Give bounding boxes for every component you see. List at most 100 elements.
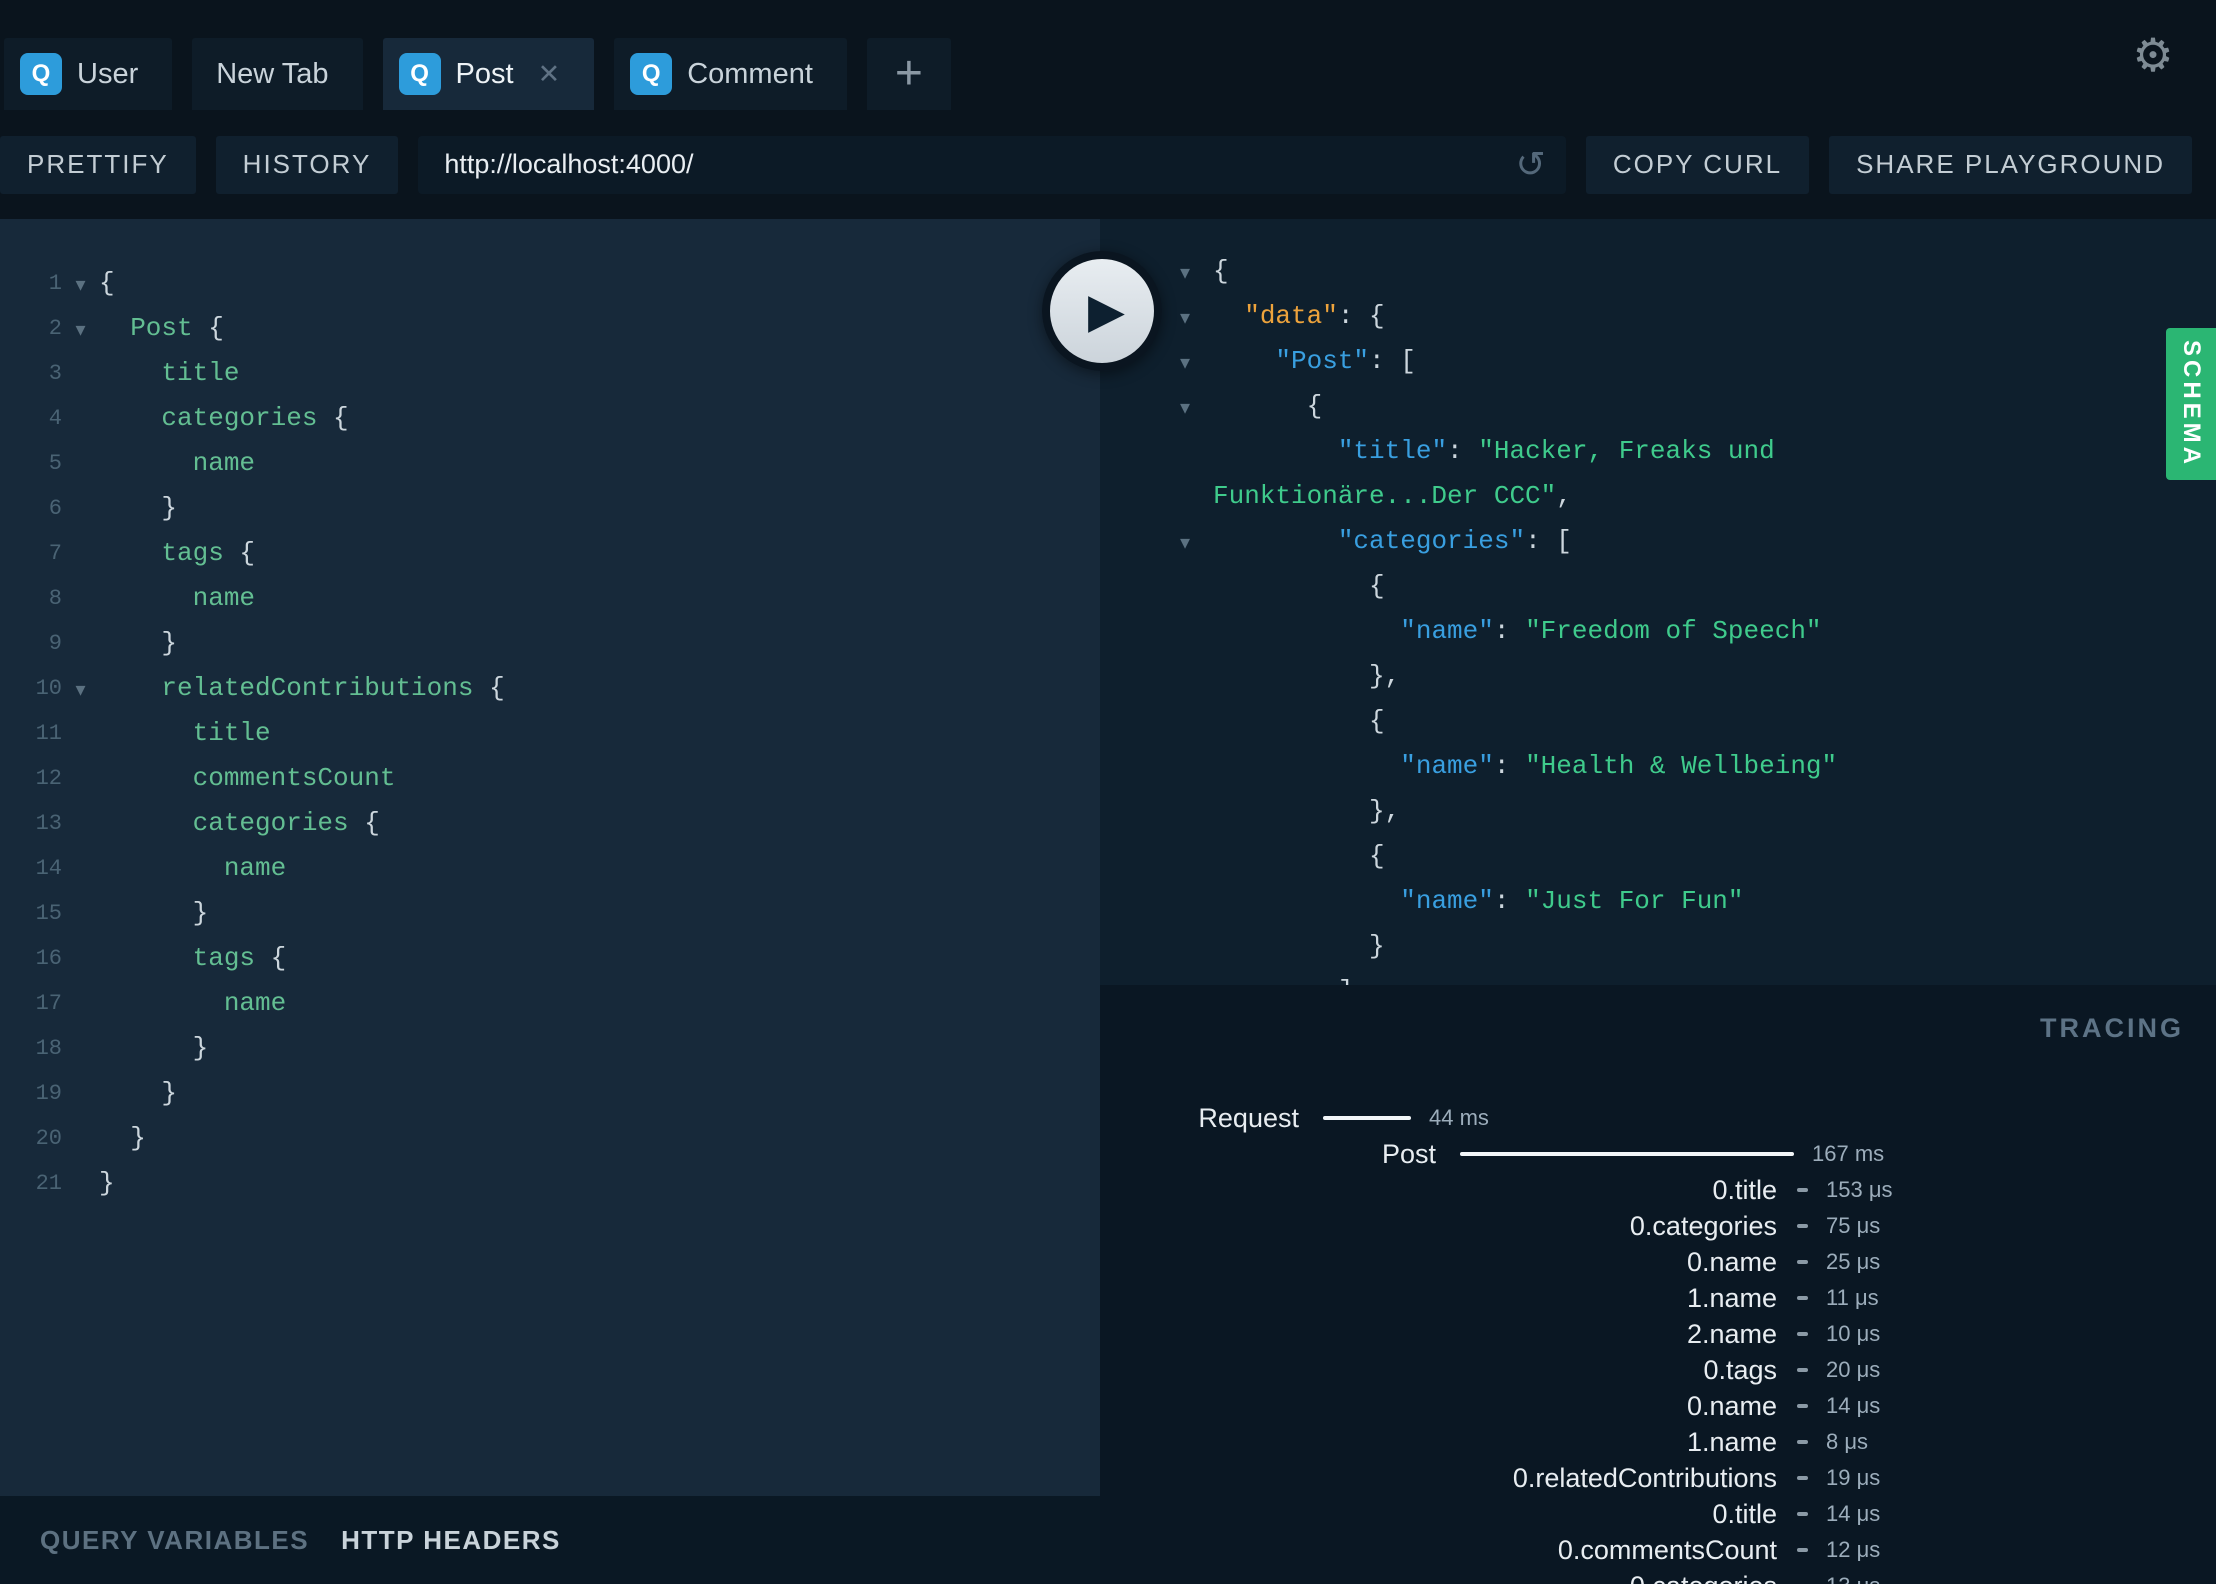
line-number: 7 (48, 541, 62, 566)
query-badge-icon: Q (20, 53, 62, 95)
response-line: ▾ "categories": [ (1180, 519, 2216, 564)
query-line: 7 tags { (0, 531, 1100, 576)
tab-bar: Q User New Tab Q Post ✕ Q Comment + (0, 0, 2216, 110)
fold-arrow-icon[interactable]: ▾ (1180, 260, 1213, 284)
fold-arrow-icon[interactable]: ▾ (1180, 350, 1213, 374)
trace-label: Request (1198, 1102, 1299, 1133)
settings-gear-icon[interactable]: ⚙ (2124, 26, 2182, 84)
code-text: tags { (99, 538, 256, 568)
schema-label: SCHEMA (2178, 339, 2205, 468)
trace-label: 0.title (1712, 1174, 1777, 1205)
trace-bar (1323, 1116, 1411, 1120)
code-text: "Post": [ (1275, 346, 1416, 376)
code-text: name (99, 853, 287, 883)
trace-duration: 8 μs (1826, 1429, 1869, 1454)
code-text: { (1213, 256, 1229, 286)
tab-label: Post (455, 57, 514, 90)
response-line: ], (1180, 969, 2216, 985)
trace-row: 2.name 10 μs (1100, 1316, 2216, 1352)
line-number: 12 (35, 766, 62, 791)
trace-duration: 13 μs (1826, 1573, 1880, 1584)
response-line: ▾ { (1180, 384, 2216, 429)
line-number: 14 (35, 856, 62, 881)
trace-label: 0.commentsCount (1557, 1534, 1777, 1565)
code-text: }, (1213, 796, 1401, 826)
fold-arrow-icon[interactable]: ▾ (62, 317, 99, 341)
query-line: 8 name (0, 576, 1100, 621)
share-playground-button[interactable]: SHARE PLAYGROUND (1829, 135, 2192, 194)
response-line: "name": "Just For Fun" (1180, 879, 2216, 924)
tracing-rows: Request 44 ms Post 167 ms 0.title 153 μs 0.cat… (1100, 1100, 2216, 1584)
trace-tick (1797, 1476, 1808, 1480)
query-line: 13 categories { (0, 801, 1100, 846)
query-line: 11 title (0, 711, 1100, 756)
tab-comment[interactable]: Q Comment (614, 38, 847, 110)
line-number: 1 (48, 271, 62, 296)
endpoint-url-input[interactable] (418, 135, 1566, 194)
prettify-button[interactable]: PRETTIFY (0, 135, 196, 194)
query-line: 19 } (0, 1071, 1100, 1116)
code-text: categories { (99, 808, 380, 838)
query-line: 10 ▾ relatedContributions { (0, 666, 1100, 711)
code-text: "name": "Just For Fun" (1400, 886, 1744, 916)
query-editor[interactable]: 1 ▾{2 ▾ Post {3 title 4 categories {5 name 6… (0, 219, 1100, 1496)
query-line: 9 } (0, 621, 1100, 666)
response-line: "title": "Hacker, Freaks und (1180, 429, 2216, 474)
trace-tick (1797, 1296, 1808, 1300)
close-tab-icon[interactable]: ✕ (538, 59, 561, 90)
line-number: 21 (35, 1171, 62, 1196)
fold-arrow-icon[interactable]: ▾ (1180, 395, 1213, 419)
query-line: 15 } (0, 891, 1100, 936)
trace-label: 0.name (1686, 1246, 1777, 1277)
code-text: { (1213, 391, 1323, 421)
fold-arrow-icon[interactable]: ▾ (62, 677, 99, 701)
code-text: { (1213, 571, 1385, 601)
history-button[interactable]: HISTORY (215, 135, 399, 194)
fold-arrow-icon[interactable]: ▾ (62, 272, 99, 296)
code-text: } (99, 1123, 146, 1153)
code-text: name (99, 583, 256, 613)
execute-button[interactable]: ▶ (1042, 251, 1162, 371)
query-line: 21} (0, 1161, 1100, 1206)
code-text: "name": "Freedom of Speech" (1400, 616, 1822, 646)
tabs: Q User New Tab Q Post ✕ Q Comment (4, 38, 847, 110)
trace-tick (1797, 1332, 1808, 1336)
code-text: "title": "Hacker, Freaks und (1337, 436, 1775, 466)
bottom-tab-bar: QUERY VARIABLES HTTP HEADERS (0, 1496, 1100, 1584)
trace-row: 0.relatedContributions 19 μs (1100, 1460, 2216, 1496)
trace-duration: 75 μs (1826, 1213, 1881, 1238)
copy-curl-button[interactable]: COPY CURL (1585, 135, 1810, 194)
trace-row: 0.tags 20 μs (1100, 1352, 2216, 1388)
line-number: 10 (35, 676, 62, 701)
response-line: } (1180, 924, 2216, 969)
http-headers-tab[interactable]: HTTP HEADERS (341, 1525, 561, 1556)
response-line: { (1180, 699, 2216, 744)
code-text: } (99, 493, 178, 523)
refresh-icon[interactable]: ↺ (1516, 144, 1546, 185)
trace-row: 0.name 25 μs (1100, 1244, 2216, 1280)
new-tab-button[interactable]: + (866, 38, 951, 110)
query-variables-tab[interactable]: QUERY VARIABLES (40, 1525, 309, 1556)
trace-row: 0.title 14 μs (1100, 1496, 2216, 1532)
trace-duration: 153 μs (1826, 1177, 1893, 1202)
line-number: 18 (35, 1036, 62, 1061)
query-line: 18 } (0, 1026, 1100, 1071)
tab-user[interactable]: Q User (4, 38, 173, 110)
response-line: "name": "Freedom of Speech" (1180, 609, 2216, 654)
schema-tab[interactable]: SCHEMA (2166, 328, 2216, 480)
code-text: name (99, 448, 256, 478)
tab-post[interactable]: Q Post ✕ (382, 38, 595, 110)
fold-arrow-icon[interactable]: ▾ (1180, 530, 1213, 554)
trace-tick (1797, 1188, 1808, 1192)
trace-duration: 10 μs (1826, 1321, 1881, 1346)
tab-new-tab[interactable]: New Tab (192, 38, 363, 110)
query-badge-icon: Q (630, 53, 673, 95)
trace-duration: 14 μs (1826, 1393, 1881, 1418)
code-text: title (99, 718, 271, 748)
code-text: Post { (99, 313, 224, 343)
fold-arrow-icon[interactable]: ▾ (1180, 305, 1213, 329)
query-line: 20 } (0, 1116, 1100, 1161)
code-text: { (99, 268, 115, 298)
play-icon: ▶ (1088, 283, 1125, 339)
trace-duration: 12 μs (1826, 1537, 1881, 1562)
